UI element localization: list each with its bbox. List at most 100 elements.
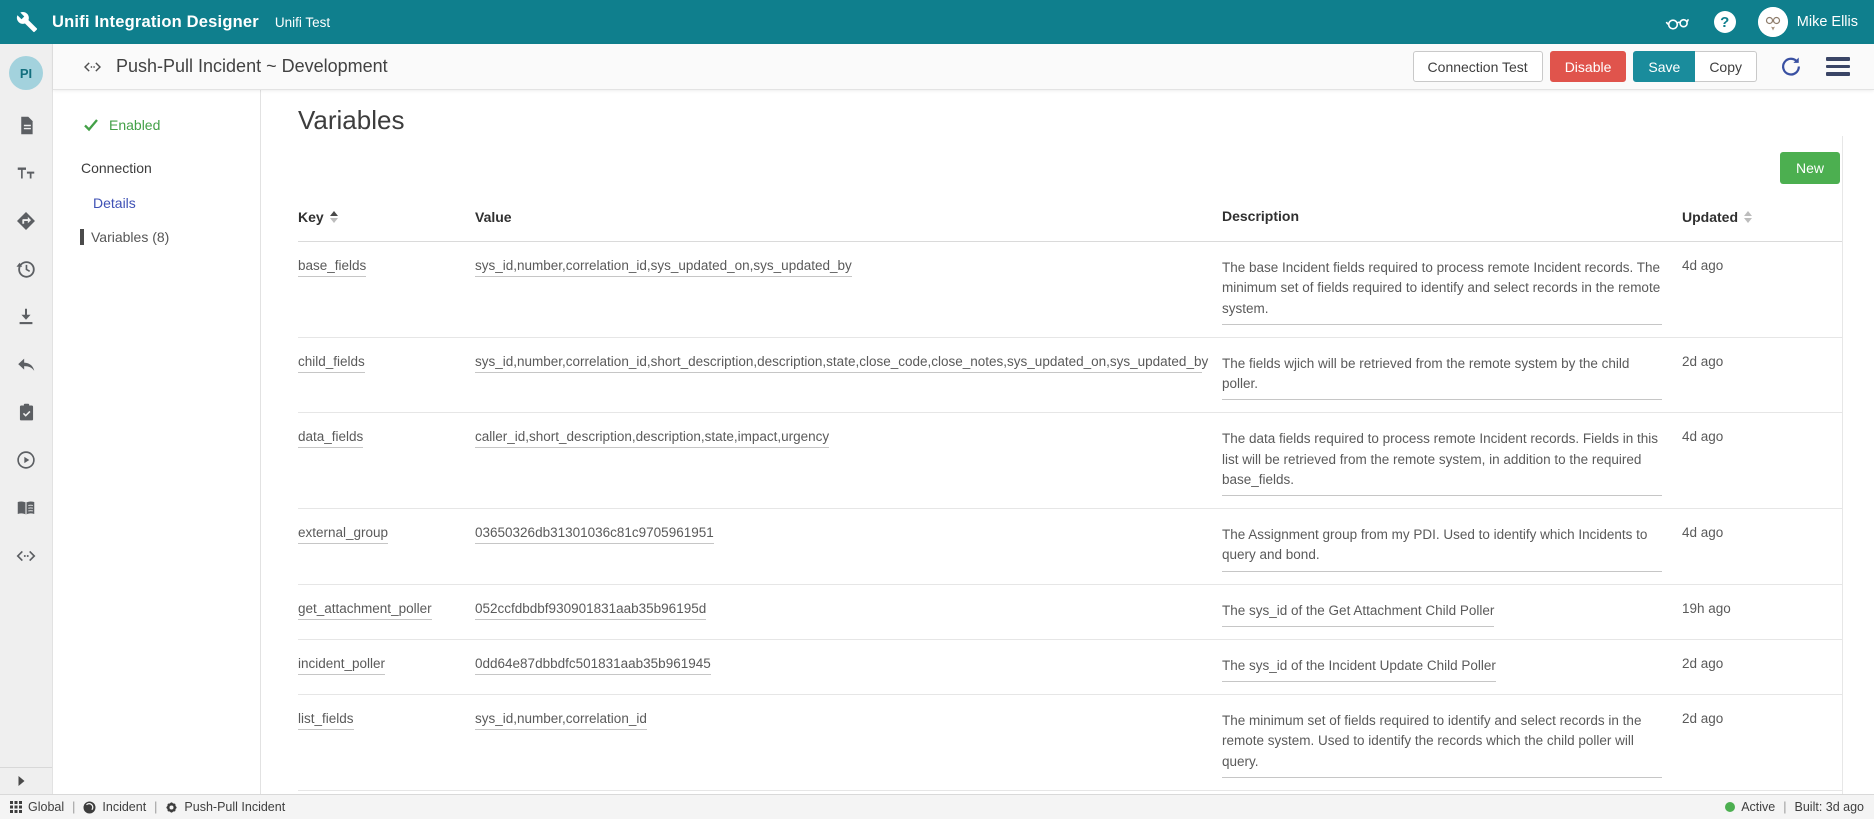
text-format-icon[interactable] bbox=[15, 162, 37, 184]
sort-icon-key bbox=[330, 211, 338, 223]
description-cell[interactable]: The sys_id of the Get Attachment Child P… bbox=[1222, 601, 1682, 627]
disable-button[interactable]: Disable bbox=[1550, 51, 1627, 82]
integration-avatar[interactable]: PI bbox=[9, 56, 43, 90]
table-row: child_fields sys_id,number,correlation_i… bbox=[298, 338, 1842, 414]
key-cell[interactable]: child_fields bbox=[298, 354, 475, 401]
value-cell[interactable]: sys_id,number,correlation_id bbox=[475, 711, 1222, 778]
description-cell[interactable]: The sys_id of the Incident Update Child … bbox=[1222, 656, 1682, 682]
user-name: Mike Ellis bbox=[1797, 14, 1858, 30]
updated-cell: 4d ago bbox=[1682, 258, 1842, 325]
icon-sidebar: PI bbox=[0, 44, 53, 794]
separator: | bbox=[72, 800, 75, 814]
download-icon[interactable] bbox=[15, 306, 37, 328]
key-cell[interactable]: base_fields bbox=[298, 258, 475, 325]
menu-icon[interactable] bbox=[1826, 57, 1850, 76]
updated-cell: 2d ago bbox=[1682, 354, 1842, 401]
history-icon[interactable] bbox=[15, 258, 37, 280]
table-row: list_fields sys_id,number,correlation_id… bbox=[298, 695, 1842, 791]
value-cell[interactable]: caller_id,short_description,description,… bbox=[475, 429, 1222, 496]
variables-panel: Variables New Key Value Description bbox=[261, 90, 1874, 794]
column-header-key[interactable]: Key bbox=[298, 206, 475, 227]
active-status: Active bbox=[1725, 800, 1775, 814]
new-variable-button[interactable]: New bbox=[1780, 152, 1840, 184]
nav-section-connection: Connection bbox=[53, 160, 260, 176]
value-cell[interactable]: 052ccfdbdbf930901831aab35b96195d bbox=[475, 601, 1222, 627]
value-cell[interactable]: 0dd64e87dbbdfc501831aab35b961945 bbox=[475, 656, 1222, 682]
connection-test-button[interactable]: Connection Test bbox=[1413, 51, 1543, 82]
description-cell[interactable]: The Assignment group from my PDI. Used t… bbox=[1222, 525, 1682, 572]
record-subnav: Enabled Connection Details Variables (8) bbox=[53, 90, 261, 794]
panel-heading: Variables bbox=[298, 105, 1843, 136]
spectacles-icon[interactable] bbox=[1664, 10, 1692, 34]
updated-cell: 2d ago bbox=[1682, 656, 1842, 682]
table-row: data_fields caller_id,short_description,… bbox=[298, 413, 1842, 509]
gear-icon bbox=[165, 801, 178, 814]
help-icon[interactable]: ? bbox=[1714, 11, 1736, 33]
separator: | bbox=[1783, 800, 1786, 814]
built-timestamp: Built: 3d ago bbox=[1795, 800, 1865, 814]
description-cell[interactable]: The fields wjich will be retrieved from … bbox=[1222, 354, 1682, 401]
directions-icon[interactable] bbox=[15, 210, 37, 232]
key-cell[interactable]: external_group bbox=[298, 525, 475, 572]
separator: | bbox=[154, 800, 157, 814]
table-row: external_group 03650326db31301036c81c970… bbox=[298, 509, 1842, 585]
updated-cell: 19h ago bbox=[1682, 601, 1842, 627]
unifi-integration-designer: Unifi Integration Designer Unifi Test ? … bbox=[0, 0, 1874, 819]
value-cell[interactable]: sys_id,number,correlation_id,short_descr… bbox=[475, 354, 1222, 401]
variables-table-body: base_fields sys_id,number,correlation_id… bbox=[298, 242, 1842, 819]
application-link[interactable]: Incident bbox=[83, 800, 146, 814]
enabled-status: Enabled bbox=[53, 117, 260, 133]
grid-icon bbox=[10, 801, 22, 813]
value-cell[interactable]: sys_id,number,correlation_id,sys_updated… bbox=[475, 258, 1222, 325]
nav-item-details[interactable]: Details bbox=[53, 195, 260, 211]
page-title: Push-Pull Incident ~ Development bbox=[116, 56, 388, 77]
table-row: get_attachment_poller 052ccfdbdbf9309018… bbox=[298, 585, 1842, 640]
updated-cell: 4d ago bbox=[1682, 525, 1842, 572]
updated-cell: 4d ago bbox=[1682, 429, 1842, 496]
copy-button[interactable]: Copy bbox=[1695, 51, 1757, 82]
nav-item-variables[interactable]: Variables (8) bbox=[80, 229, 260, 245]
save-button[interactable]: Save bbox=[1633, 51, 1695, 82]
application-icon bbox=[83, 801, 96, 814]
active-status-dot bbox=[1725, 802, 1735, 812]
wrench-logo-icon bbox=[16, 11, 38, 33]
sidebar-expand-button[interactable] bbox=[0, 767, 52, 794]
status-bar: Global | Incident | Push-Pull Incident A… bbox=[0, 794, 1874, 819]
column-header-updated[interactable]: Updated bbox=[1682, 206, 1842, 227]
description-cell[interactable]: The base Incident fields required to pro… bbox=[1222, 258, 1682, 325]
refresh-icon[interactable] bbox=[1779, 55, 1802, 78]
key-cell[interactable]: incident_poller bbox=[298, 656, 475, 682]
user-avatar bbox=[1758, 7, 1788, 37]
enabled-label: Enabled bbox=[109, 117, 160, 133]
user-menu[interactable]: Mike Ellis bbox=[1758, 7, 1858, 37]
check-icon bbox=[83, 118, 99, 132]
undo-icon[interactable] bbox=[15, 354, 37, 376]
variables-scroll-region: New Key Value Description Updated bbox=[298, 136, 1843, 794]
document-icon[interactable] bbox=[16, 115, 37, 136]
description-cell[interactable]: The minimum set of fields required to id… bbox=[1222, 711, 1682, 778]
record-link[interactable]: Push-Pull Incident bbox=[165, 800, 285, 814]
column-header-value[interactable]: Value bbox=[475, 206, 1222, 227]
description-cell[interactable]: The data fields required to process remo… bbox=[1222, 429, 1682, 496]
environment-label: Unifi Test bbox=[275, 15, 330, 30]
play-circle-icon[interactable] bbox=[15, 449, 37, 471]
task-check-icon[interactable] bbox=[16, 402, 37, 423]
record-header: Push-Pull Incident ~ Development Connect… bbox=[53, 44, 1874, 90]
scope-link[interactable]: Global bbox=[10, 800, 64, 814]
table-row: incident_poller 0dd64e87dbbdfc501831aab3… bbox=[298, 640, 1842, 695]
chevron-right-icon bbox=[17, 775, 26, 787]
value-cell[interactable]: 03650326db31301036c81c9705961951 bbox=[475, 525, 1222, 572]
key-cell[interactable]: list_fields bbox=[298, 711, 475, 778]
integration-code-icon bbox=[81, 57, 104, 77]
code-icon[interactable] bbox=[15, 545, 37, 567]
app-title: Unifi Integration Designer bbox=[52, 13, 259, 32]
key-cell[interactable]: data_fields bbox=[298, 429, 475, 496]
table-row: base_fields sys_id,number,correlation_id… bbox=[298, 242, 1842, 338]
book-icon[interactable] bbox=[15, 497, 37, 519]
top-app-bar: Unifi Integration Designer Unifi Test ? … bbox=[0, 0, 1874, 44]
updated-cell: 2d ago bbox=[1682, 711, 1842, 778]
table-header: Key Value Description Updated bbox=[298, 196, 1842, 242]
sort-icon-updated bbox=[1744, 211, 1752, 223]
column-header-description[interactable]: Description bbox=[1222, 206, 1682, 227]
key-cell[interactable]: get_attachment_poller bbox=[298, 601, 475, 627]
